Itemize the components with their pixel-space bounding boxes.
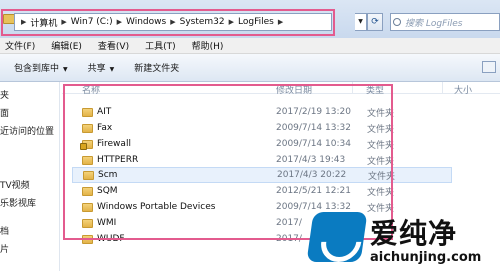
menu-help[interactable]: 帮助(H)	[192, 39, 224, 52]
watermark-logo	[306, 212, 368, 262]
address-highlight-frame	[1, 9, 335, 36]
watermark-url: aichunjing.com	[370, 250, 482, 265]
search-placeholder: 搜索 LogFiles	[405, 18, 463, 29]
nav-item-documents[interactable]: 档	[0, 224, 9, 237]
watermark-text: 爱纯净	[370, 217, 458, 250]
chevron-down-icon: ▼	[63, 66, 68, 73]
menu-view[interactable]: 查看(V)	[98, 39, 129, 52]
navigation-pane[interactable]: 夹 面 近访问的位置 TV视频 乐影视库 档 片	[0, 82, 60, 271]
include-library-button[interactable]: 包含到库中 ▼	[14, 61, 68, 74]
menu-edit[interactable]: 编辑(E)	[51, 39, 82, 52]
new-folder-button[interactable]: 新建文件夹	[134, 61, 179, 74]
search-icon	[393, 18, 401, 26]
nav-item-desktop[interactable]: 面	[0, 106, 9, 119]
nav-item-pictures[interactable]: 片	[0, 242, 9, 255]
share-button[interactable]: 共享 ▼	[88, 61, 115, 74]
view-options-button[interactable]	[482, 61, 496, 73]
nav-item-favorites[interactable]: 夹	[0, 88, 9, 101]
nav-item-music-video-library[interactable]: 乐影视库	[0, 196, 36, 209]
share-label: 共享	[87, 64, 106, 74]
address-dropdown-button[interactable]: ▼	[355, 13, 367, 31]
search-input[interactable]: 搜索 LogFiles	[390, 13, 500, 31]
nav-item-tv-video[interactable]: TV视频	[0, 178, 30, 191]
column-divider[interactable]	[442, 82, 443, 94]
include-library-label: 包含到库中	[14, 64, 60, 74]
refresh-button[interactable]: ⟳	[367, 13, 383, 31]
watermark: 爱纯净 aichunjing.com	[304, 206, 500, 271]
menu-file[interactable]: 文件(F)	[5, 39, 35, 52]
nav-item-recent[interactable]: 近访问的位置	[0, 124, 54, 137]
command-toolbar: 包含到库中 ▼ 共享 ▼ 新建文件夹	[0, 54, 500, 82]
chevron-down-icon: ▼	[109, 66, 115, 73]
menu-bar: 文件(F) 编辑(E) 查看(V) 工具(T) 帮助(H)	[0, 38, 500, 54]
menu-tools[interactable]: 工具(T)	[145, 39, 176, 52]
